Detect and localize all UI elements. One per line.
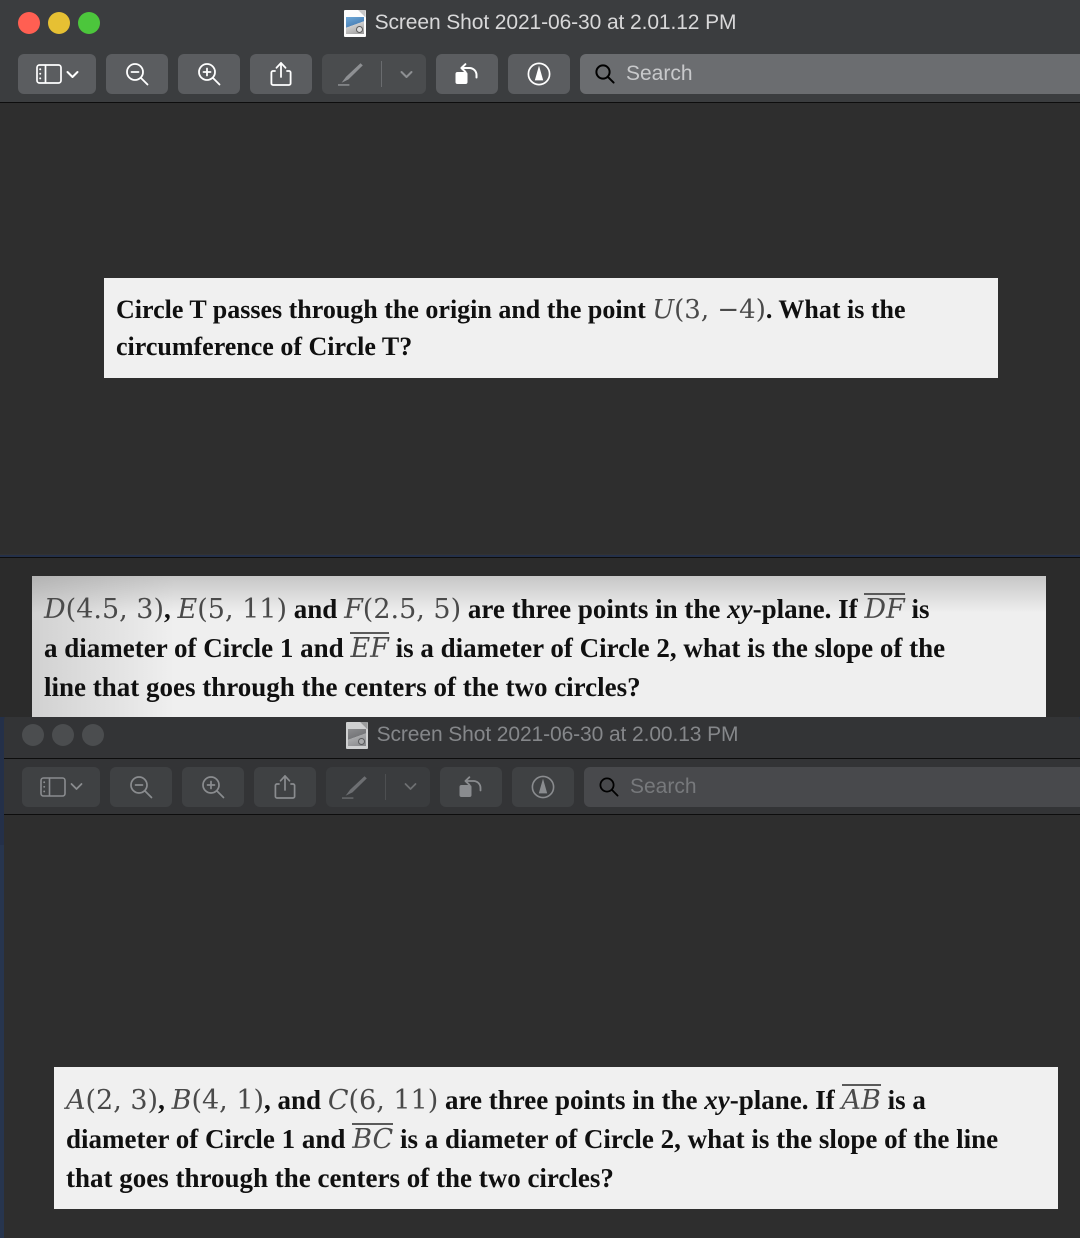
search-icon: [598, 776, 620, 798]
zoom-in-button[interactable]: [178, 54, 240, 94]
share-icon: [274, 774, 296, 800]
window-toolbar-front[interactable]: Search: [0, 46, 1080, 102]
window-title-front: Screen Shot 2021-06-30 at 2.01.12 PM: [0, 0, 1080, 46]
share-button[interactable]: [254, 766, 316, 807]
annotate-button[interactable]: [508, 54, 570, 94]
close-button[interactable]: [18, 12, 40, 34]
window-canvas-back: A(2, 3), B(4, 1), and C(6, 11) are three…: [4, 814, 1080, 1238]
traffic-light-group-front: [0, 12, 100, 34]
preview-window-front[interactable]: Screen Shot 2021-06-30 at 2.01.12 PM Sea…: [0, 0, 1080, 555]
snippet-line: A(2, 3), B(4, 1), and C(6, 11) are three…: [66, 1084, 926, 1116]
markup-menu-button[interactable]: [390, 767, 430, 807]
zoom-out-button[interactable]: [106, 54, 168, 94]
chevron-down-icon: [70, 782, 83, 791]
search-field[interactable]: Search: [580, 54, 1080, 94]
chevron-down-icon: [404, 782, 417, 791]
markup-button[interactable]: [326, 767, 381, 807]
preview-window-middle[interactable]: D(4.5, 3), E(5, 11) and F(2.5, 5) are th…: [0, 557, 1080, 717]
annotate-button[interactable]: [512, 766, 574, 807]
window-title-text: Screen Shot 2021-06-30 at 2.01.12 PM: [374, 11, 737, 34]
markup-divider: [385, 773, 386, 800]
chevron-down-icon: [66, 70, 79, 79]
sidebar-button[interactable]: [18, 54, 96, 94]
markup-button-group[interactable]: [322, 54, 426, 94]
zoom-in-icon: [196, 61, 222, 87]
zoom-in-button[interactable]: [182, 766, 244, 807]
desktop: Screen Shot 2021-06-30 at 2.00.13 PM Sea…: [0, 0, 1080, 1238]
snippet-line: a diameter of Circle 1 and EF is a diame…: [44, 632, 946, 665]
window-titlebar-front[interactable]: Screen Shot 2021-06-30 at 2.01.12 PM: [0, 0, 1080, 46]
window-title-back: Screen Shot 2021-06-30 at 2.00.13 PM: [4, 712, 1080, 758]
markup-pen-icon: [336, 62, 364, 86]
rotate-left-button[interactable]: [436, 54, 498, 94]
window-toolbar-back[interactable]: Search: [4, 758, 1080, 814]
close-button[interactable]: [22, 724, 44, 746]
preview-document-icon: [345, 721, 368, 749]
snippet-line: line that goes through the centers of th…: [44, 671, 641, 702]
annotate-icon: [530, 774, 556, 800]
preview-document-icon: [343, 9, 366, 37]
chevron-down-icon: [400, 70, 413, 79]
search-field[interactable]: Search: [584, 766, 1080, 807]
search-input[interactable]: Search: [630, 775, 697, 799]
minimize-button[interactable]: [52, 724, 74, 746]
rotate-left-button[interactable]: [440, 766, 502, 807]
share-button[interactable]: [250, 54, 312, 94]
snippet-line: D(4.5, 3), E(5, 11) and F(2.5, 5) are th…: [44, 593, 930, 625]
search-icon: [594, 63, 616, 85]
minimize-button[interactable]: [48, 12, 70, 34]
window-canvas-front: Circle T passes through the origin and t…: [0, 102, 1080, 554]
annotate-icon: [526, 61, 552, 87]
preview-window-back[interactable]: Screen Shot 2021-06-30 at 2.00.13 PM Sea…: [4, 712, 1080, 1238]
math-problem-snippet-front: Circle T passes through the origin and t…: [104, 278, 998, 378]
markup-button-group[interactable]: [326, 766, 430, 807]
snippet-line: Circle T passes through the origin and t…: [116, 295, 906, 325]
zoom-out-button[interactable]: [110, 766, 172, 807]
markup-button[interactable]: [322, 54, 377, 94]
rotate-left-icon: [453, 61, 481, 87]
window-title-text: Screen Shot 2021-06-30 at 2.00.13 PM: [376, 723, 739, 746]
sidebar-button[interactable]: [22, 766, 100, 807]
snippet-line: diameter of Circle 1 and BC is a diamete…: [66, 1123, 999, 1156]
snippet-line: circumference of Circle T?: [116, 331, 413, 361]
markup-menu-button[interactable]: [386, 54, 426, 94]
markup-divider: [381, 61, 382, 87]
zoom-in-icon: [200, 774, 226, 800]
zoom-out-icon: [124, 61, 150, 87]
rotate-left-icon: [457, 774, 485, 800]
maximize-button[interactable]: [82, 724, 104, 746]
sidebar-icon: [39, 776, 66, 797]
markup-pen-icon: [340, 775, 368, 799]
math-problem-snippet-back: A(2, 3), B(4, 1), and C(6, 11) are three…: [54, 1067, 1058, 1209]
sidebar-icon: [35, 64, 62, 84]
desktop-edge-sliver: [0, 845, 4, 1238]
zoom-out-icon: [128, 774, 154, 800]
math-problem-snippet-middle: D(4.5, 3), E(5, 11) and F(2.5, 5) are th…: [32, 576, 1046, 717]
traffic-light-group-back: [4, 724, 104, 746]
search-input[interactable]: Search: [626, 62, 693, 86]
maximize-button[interactable]: [78, 12, 100, 34]
window-canvas-middle: D(4.5, 3), E(5, 11) and F(2.5, 5) are th…: [0, 557, 1080, 717]
snippet-line: that goes through the centers of the two…: [66, 1162, 614, 1193]
share-icon: [270, 61, 292, 87]
window-titlebar-back[interactable]: Screen Shot 2021-06-30 at 2.00.13 PM: [4, 712, 1080, 758]
